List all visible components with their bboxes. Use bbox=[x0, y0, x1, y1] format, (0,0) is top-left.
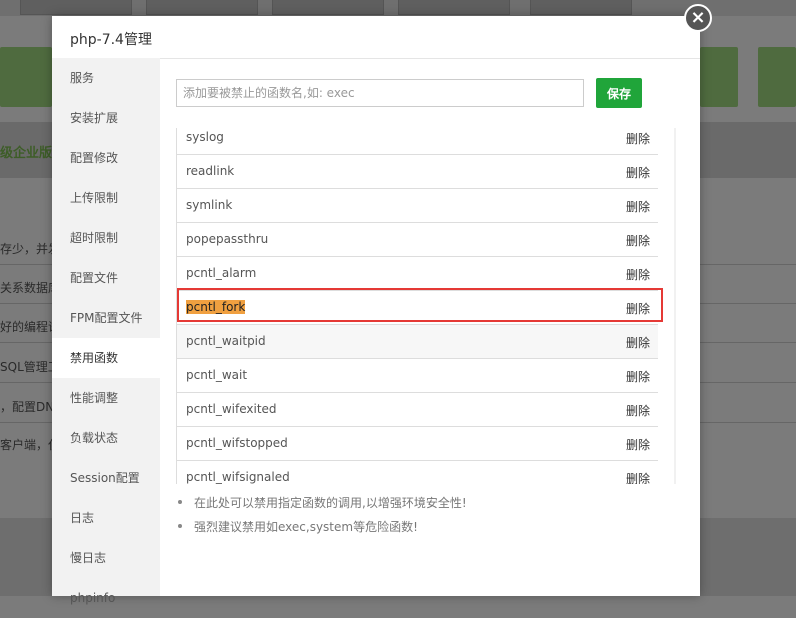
highlight-outline bbox=[177, 288, 663, 322]
settings-sidebar: 服务 安装扩展 配置修改 上传限制 超时限制 配置文件 FPM配置文件 禁用函数 性能调整 负载状… bbox=[52, 58, 160, 605]
table-row: syslog 删除 bbox=[176, 128, 658, 155]
table-row: pcntl_wifstopped 删除 bbox=[176, 427, 658, 461]
sidebar-item[interactable]: 性能调整 bbox=[52, 378, 160, 418]
sidebar-item[interactable]: 负载状态 bbox=[52, 418, 160, 458]
table-row: pcntl_wifexited 删除 bbox=[176, 393, 658, 427]
table-row: readlink 删除 bbox=[176, 155, 658, 189]
background-divider bbox=[700, 264, 796, 265]
function-name: pcntl_fork bbox=[186, 300, 246, 314]
sidebar-item[interactable]: Session配置 bbox=[52, 458, 160, 498]
background-divider bbox=[700, 303, 796, 304]
sidebar-item[interactable]: 服务 bbox=[52, 58, 160, 98]
disabled-functions-panel: 保存 syslog删除readlink删除symlink删除popepassth… bbox=[160, 58, 700, 596]
list-scrollbar[interactable]: ▲ ▼ bbox=[674, 128, 676, 484]
delete-link[interactable]: 删除 bbox=[626, 402, 650, 419]
delete-link[interactable]: 删除 bbox=[626, 436, 650, 453]
sidebar-item[interactable]: 配置修改 bbox=[52, 138, 160, 178]
background-tab bbox=[20, 0, 132, 15]
delete-link[interactable]: 删除 bbox=[626, 470, 650, 484]
function-name: pcntl_waitpid bbox=[186, 334, 266, 348]
php-manager-dialog: php-7.4管理 服务 安装扩展 配置修改 上传限制 超时限制 配置文件 FPM配置文件禁… bbox=[52, 16, 700, 605]
delete-link[interactable]: 删除 bbox=[626, 198, 650, 215]
help-notes: 在此处可以禁用指定函数的调用,以增强环境安全性! 强烈建议禁用如exec,sys… bbox=[178, 494, 467, 542]
delete-link[interactable]: 删除 bbox=[626, 266, 650, 283]
function-name: syslog bbox=[186, 130, 224, 144]
sidebar-item[interactable]: 禁用函数 bbox=[52, 338, 160, 378]
background-divider bbox=[0, 382, 52, 383]
delete-link[interactable]: 删除 bbox=[626, 334, 650, 351]
table-row: pcntl_wifsignaled 删除 bbox=[176, 461, 658, 484]
table-row: pcntl_alarm 删除 bbox=[176, 257, 658, 291]
function-name: pcntl_wifsignaled bbox=[186, 470, 290, 484]
table-row: pcntl_waitpid 删除 bbox=[176, 325, 658, 359]
background-divider bbox=[0, 264, 52, 265]
sidebar-item[interactable]: 慢日志 bbox=[52, 538, 160, 578]
function-name: pcntl_wifstopped bbox=[186, 436, 288, 450]
background-card bbox=[0, 47, 52, 107]
background-tab bbox=[272, 0, 384, 15]
function-name: pcntl_wait bbox=[186, 368, 248, 382]
background-card bbox=[758, 47, 796, 107]
sidebar-item[interactable]: 日志 bbox=[52, 498, 160, 538]
dialog-header: php-7.4管理 bbox=[52, 16, 700, 59]
function-name: symlink bbox=[186, 198, 233, 212]
sidebar-item[interactable]: 安装扩展 bbox=[52, 98, 160, 138]
delete-link[interactable]: 删除 bbox=[626, 232, 650, 249]
background-tab bbox=[398, 0, 510, 15]
delete-link[interactable]: 删除 bbox=[626, 130, 650, 147]
function-name: pcntl_alarm bbox=[186, 266, 257, 280]
function-rows: syslog 删除 readlink 删除 symlink 删除 popepassthru 删… bbox=[176, 128, 663, 484]
save-button[interactable]: 保存 bbox=[596, 78, 642, 108]
background-divider bbox=[700, 342, 796, 343]
close-icon[interactable]: × bbox=[684, 4, 712, 32]
table-row: popepassthru 删除 bbox=[176, 223, 658, 257]
sidebar-item[interactable]: FPM配置文件 bbox=[52, 298, 160, 338]
background-divider bbox=[0, 422, 52, 423]
disabled-functions-list: syslog 删除 readlink 删除 symlink 删除 popepassthru 删… bbox=[176, 128, 676, 484]
background-divider bbox=[700, 422, 796, 423]
sidebar-item[interactable]: phpinfo bbox=[52, 578, 160, 618]
dialog-title: php-7.4管理 bbox=[70, 32, 152, 48]
sidebar-item[interactable]: 超时限制 bbox=[52, 218, 160, 258]
function-name: pcntl_wifexited bbox=[186, 402, 277, 416]
function-name: readlink bbox=[186, 164, 235, 178]
help-note: 强烈建议禁用如exec,system等危险函数! bbox=[178, 518, 467, 542]
table-row: symlink 删除 bbox=[176, 189, 658, 223]
delete-link[interactable]: 删除 bbox=[626, 164, 650, 181]
scroll-up-arrow-icon[interactable]: ▲ bbox=[674, 128, 676, 144]
help-note: 在此处可以禁用指定函数的调用,以增强环境安全性! bbox=[178, 494, 467, 518]
function-name: popepassthru bbox=[186, 232, 269, 246]
table-row: pcntl_wait 删除 bbox=[176, 359, 658, 393]
sidebar-item[interactable]: 上传限制 bbox=[52, 178, 160, 218]
background-row-text: ，配置DNS bbox=[0, 400, 52, 414]
background-row-text: 关系数据库 bbox=[0, 281, 52, 295]
background-row-text: 存少，并发 bbox=[0, 242, 52, 256]
background-row-text: 好的编程语 bbox=[0, 320, 52, 334]
background-divider bbox=[0, 303, 52, 304]
background-card bbox=[700, 47, 738, 107]
function-name-input[interactable] bbox=[176, 79, 584, 107]
background-tab bbox=[530, 0, 632, 15]
background-divider bbox=[700, 382, 796, 383]
delete-link[interactable]: 删除 bbox=[626, 368, 650, 385]
table-row: pcntl_fork 删除 bbox=[176, 288, 663, 325]
background-row-text: SQL管理工 bbox=[0, 360, 52, 374]
background-tab bbox=[146, 0, 258, 15]
scroll-down-arrow-icon[interactable]: ▼ bbox=[674, 468, 676, 484]
background-row-text: 客户端，仅 bbox=[0, 438, 52, 452]
delete-link[interactable]: 删除 bbox=[626, 300, 650, 317]
background-divider bbox=[0, 342, 52, 343]
sidebar-item[interactable]: 配置文件 bbox=[52, 258, 160, 298]
